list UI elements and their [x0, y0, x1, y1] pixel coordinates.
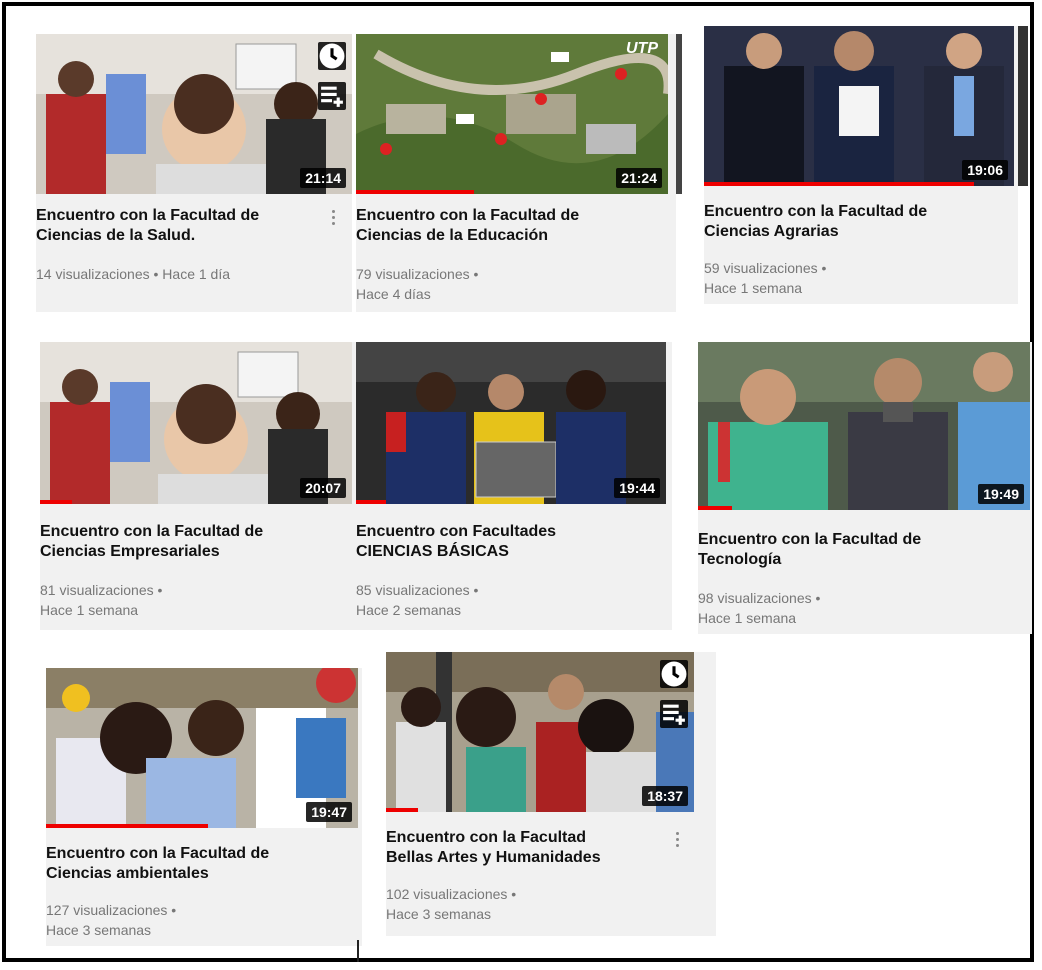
watch-progress-bar: [356, 190, 474, 194]
video-meta: 79 visualizaciones • Hace 4 días: [356, 266, 479, 302]
video-card[interactable]: 18:37 Encuentro con la Facultad Bellas A…: [386, 652, 716, 936]
video-title[interactable]: Encuentro con la Facultad de Ciencias am…: [46, 844, 269, 884]
kebab-icon[interactable]: [330, 210, 336, 225]
video-duration: 21:24: [616, 168, 662, 188]
video-title[interactable]: Encuentro con Facultades CIENCIAS BÁSICA…: [356, 522, 556, 562]
watch-later-button[interactable]: [318, 42, 346, 70]
video-meta: 85 visualizaciones • Hace 2 semanas: [356, 582, 479, 618]
video-card[interactable]: 19:06 Encuentro con la Facultad de Cienc…: [704, 26, 1018, 304]
watch-later-button[interactable]: [660, 660, 688, 688]
add-to-queue-button[interactable]: [318, 82, 346, 110]
video-card[interactable]: 21:14 Encuentro con la Facultad de Cienc…: [36, 34, 352, 312]
watch-progress-bar: [698, 506, 732, 510]
video-thumbnail[interactable]: 19:49: [698, 342, 1030, 510]
watch-progress-bar: [386, 808, 418, 812]
watch-progress-bar: [356, 500, 386, 504]
video-duration: 19:49: [978, 484, 1024, 504]
add-to-queue-button[interactable]: [660, 700, 688, 728]
video-meta: 102 visualizaciones • Hace 3 semanas: [386, 886, 517, 922]
video-duration: 19:47: [306, 802, 352, 822]
video-thumbnail[interactable]: 19:06: [704, 26, 1014, 186]
clock-icon: [319, 43, 345, 69]
watch-progress-bar: [40, 500, 72, 504]
watch-progress-bar: [704, 182, 974, 186]
video-duration: 21:14: [300, 168, 346, 188]
video-title[interactable]: Encuentro con la Facultad Bellas Artes y…: [386, 828, 601, 868]
video-meta: 14 visualizaciones • Hace 1 día: [36, 266, 231, 282]
video-duration: 20:07: [300, 478, 346, 498]
video-meta: 59 visualizaciones • Hace 1 semana: [704, 260, 827, 296]
video-meta: 81 visualizaciones • Hace 1 semana: [40, 582, 163, 618]
video-title[interactable]: Encuentro con la Facultad de Ciencias Em…: [40, 522, 263, 562]
video-thumbnail[interactable]: 21:14: [36, 34, 352, 194]
video-meta: 98 visualizaciones • Hace 1 semana: [698, 590, 821, 626]
text-cursor: [357, 940, 359, 962]
video-thumbnail[interactable]: 19:47: [46, 668, 358, 828]
video-thumbnail[interactable]: 20:07: [40, 342, 352, 504]
video-duration: 19:06: [962, 160, 1008, 180]
video-title[interactable]: Encuentro con la Facultad de Tecnología: [698, 530, 921, 570]
video-card[interactable]: 19:47 Encuentro con la Facultad de Cienc…: [46, 668, 362, 946]
video-title[interactable]: Encuentro con la Facultad de Ciencias Ag…: [704, 202, 927, 242]
queue-icon: [321, 86, 343, 107]
video-thumbnail[interactable]: 18:37: [386, 652, 694, 812]
clock-icon: [661, 661, 687, 687]
video-card[interactable]: 20:07 Encuentro con la Facultad de Cienc…: [40, 342, 356, 630]
adjacent-card-peek: [676, 34, 682, 194]
video-thumbnail[interactable]: 19:44: [356, 342, 666, 504]
video-title[interactable]: Encuentro con la Facultad de Ciencias de…: [36, 206, 259, 246]
video-duration: 18:37: [642, 786, 688, 806]
video-meta: 127 visualizaciones • Hace 3 semanas: [46, 902, 177, 938]
watch-progress-bar: [46, 824, 208, 828]
video-card[interactable]: UTP 21:24 Encuentro con la Facultad de C…: [356, 34, 676, 312]
queue-icon: [663, 704, 685, 725]
kebab-icon[interactable]: [674, 832, 680, 847]
video-title[interactable]: Encuentro con la Facultad de Ciencias de…: [356, 206, 579, 246]
utp-logo: UTP: [626, 40, 658, 57]
video-card[interactable]: 19:44 Encuentro con Facultades CIENCIAS …: [356, 342, 672, 630]
video-thumbnail[interactable]: UTP 21:24: [356, 34, 668, 194]
video-duration: 19:44: [614, 478, 660, 498]
video-card[interactable]: 19:49 Encuentro con la Facultad de Tecno…: [698, 342, 1032, 634]
adjacent-card-peek: [1018, 26, 1028, 186]
